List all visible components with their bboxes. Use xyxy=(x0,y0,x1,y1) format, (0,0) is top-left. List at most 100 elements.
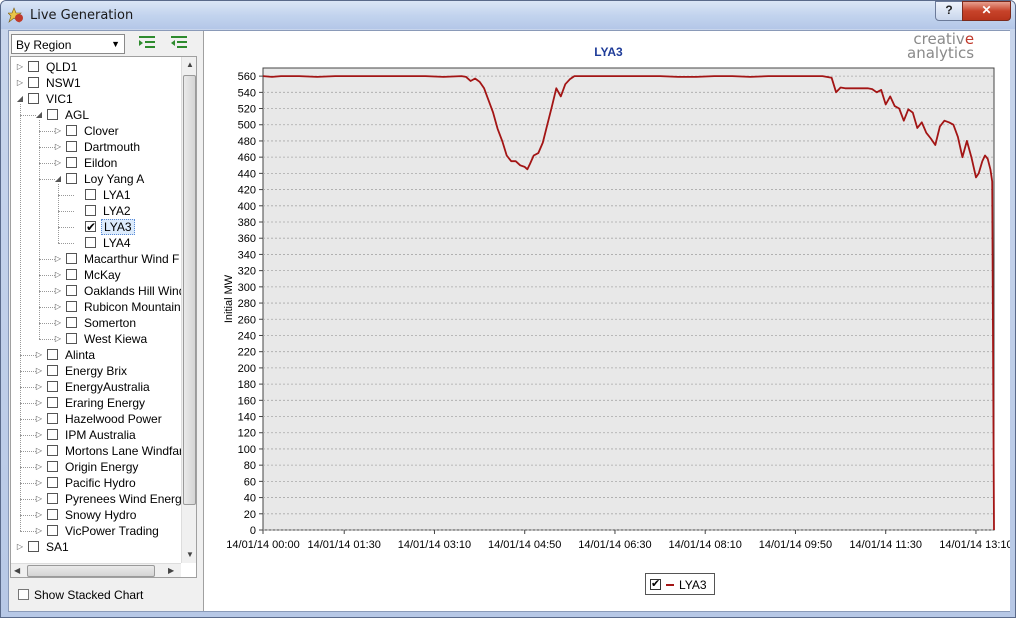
tree-item[interactable]: ▷ Mortons Lane Windfar xyxy=(11,443,183,459)
collapsed-arrow-icon[interactable]: ▷ xyxy=(34,347,44,363)
tree-item[interactable]: ▷ McKay xyxy=(11,267,179,283)
tree-item-checkbox[interactable] xyxy=(66,141,77,152)
collapsed-arrow-icon[interactable]: ▷ xyxy=(34,459,44,475)
collapsed-arrow-icon[interactable]: ▷ xyxy=(34,363,44,379)
tree-item[interactable]: ◢ AGL xyxy=(11,107,179,123)
checkbox-box[interactable] xyxy=(18,589,29,600)
collapsed-arrow-icon[interactable]: ▷ xyxy=(53,139,63,155)
tree-item[interactable]: ▷ VicPower Trading xyxy=(11,523,179,539)
collapsed-arrow-icon[interactable]: ▷ xyxy=(34,395,44,411)
expanded-arrow-icon[interactable]: ◢ xyxy=(15,91,25,107)
tree-item-checkbox[interactable] xyxy=(28,541,39,552)
tree-item[interactable]: ▷ Alinta xyxy=(11,347,179,363)
tree-item-checkbox[interactable] xyxy=(66,317,77,328)
expanded-arrow-icon[interactable]: ◢ xyxy=(34,107,44,123)
help-button[interactable]: ? xyxy=(935,1,963,21)
expand-all-icon[interactable] xyxy=(137,34,157,52)
tree-item-checkbox[interactable] xyxy=(47,525,58,536)
tree-item[interactable]: ▷ Energy Brix xyxy=(11,363,179,379)
tree-item-checkbox[interactable] xyxy=(66,285,77,296)
tree-item[interactable]: ▷ Oaklands Hill Wind xyxy=(11,283,185,299)
collapsed-arrow-icon[interactable]: ▷ xyxy=(53,123,63,139)
region-tree[interactable]: ▷ QLD1 ▷ NSW1 ◢ VIC1 ◢ AGL ▷ Clover ▷ Dartmouth ▷ Eil… xyxy=(10,56,197,578)
tree-horizontal-scrollbar[interactable]: ◀ ▶ xyxy=(11,563,181,577)
tree-item-checkbox[interactable] xyxy=(28,93,39,104)
tree-item[interactable]: ▷ Origin Energy xyxy=(11,459,179,475)
tree-item[interactable]: LYA2 xyxy=(11,203,179,219)
tree-item[interactable]: ▷ SA1 xyxy=(11,539,179,555)
tree-item-checkbox[interactable] xyxy=(85,219,96,235)
tree-item-checkbox[interactable] xyxy=(66,301,77,312)
tree-item-checkbox[interactable] xyxy=(28,61,39,72)
collapsed-arrow-icon[interactable]: ▷ xyxy=(53,331,63,347)
tree-item-checkbox[interactable] xyxy=(47,493,58,504)
tree-item-checkbox[interactable] xyxy=(47,413,58,424)
chart-legend[interactable]: LYA3 xyxy=(645,573,715,595)
tree-item-checkbox[interactable] xyxy=(66,333,77,344)
tree-item[interactable]: ◢ Loy Yang A xyxy=(11,171,179,187)
tree-item[interactable]: ▷ Eraring Energy xyxy=(11,395,179,411)
region-select[interactable]: By Region ▼ xyxy=(11,34,125,54)
tree-item[interactable]: ▷ NSW1 xyxy=(11,75,179,91)
collapsed-arrow-icon[interactable]: ▷ xyxy=(15,539,25,555)
scroll-left-icon[interactable]: ◀ xyxy=(14,566,20,575)
collapsed-arrow-icon[interactable]: ▷ xyxy=(53,315,63,331)
tree-item-checkbox[interactable] xyxy=(47,365,58,376)
tree-item-checkbox[interactable] xyxy=(28,77,39,88)
tree-item[interactable]: ▷ EnergyAustralia xyxy=(11,379,179,395)
tree-item[interactable]: ◢ VIC1 xyxy=(11,91,179,107)
tree-item[interactable]: ▷ Snowy Hydro xyxy=(11,507,179,523)
collapsed-arrow-icon[interactable]: ▷ xyxy=(34,507,44,523)
collapsed-arrow-icon[interactable]: ▷ xyxy=(34,491,44,507)
tree-item-checkbox[interactable] xyxy=(47,477,58,488)
collapsed-arrow-icon[interactable]: ▷ xyxy=(34,379,44,395)
tree-item[interactable]: LYA3 xyxy=(11,219,179,235)
tree-item[interactable]: ▷ QLD1 xyxy=(11,59,179,75)
tree-item-checkbox[interactable] xyxy=(66,269,77,280)
tree-item[interactable]: ▷ Pyrenees Wind Energy xyxy=(11,491,188,507)
collapsed-arrow-icon[interactable]: ▷ xyxy=(15,75,25,91)
collapsed-arrow-icon[interactable]: ▷ xyxy=(34,475,44,491)
tree-item-checkbox[interactable] xyxy=(47,349,58,360)
tree-item-checkbox[interactable] xyxy=(47,445,58,456)
tree-item[interactable]: LYA1 xyxy=(11,187,179,203)
collapsed-arrow-icon[interactable]: ▷ xyxy=(53,267,63,283)
tree-item[interactable]: ▷ IPM Australia xyxy=(11,427,179,443)
collapsed-arrow-icon[interactable]: ▷ xyxy=(34,411,44,427)
tree-item-checkbox[interactable] xyxy=(66,157,77,168)
tree-item-checkbox[interactable] xyxy=(47,509,58,520)
tree-vertical-scrollbar[interactable]: ▲ ▼ xyxy=(181,57,196,563)
tree-item[interactable]: ▷ Clover xyxy=(11,123,179,139)
tree-item[interactable]: ▷ Hazelwood Power xyxy=(11,411,179,427)
collapsed-arrow-icon[interactable]: ▷ xyxy=(53,283,63,299)
tree-item-checkbox[interactable] xyxy=(66,125,77,136)
collapsed-arrow-icon[interactable]: ▷ xyxy=(53,299,63,315)
tree-item[interactable]: ▷ Pacific Hydro xyxy=(11,475,179,491)
collapsed-arrow-icon[interactable]: ▷ xyxy=(34,443,44,459)
expanded-arrow-icon[interactable]: ◢ xyxy=(53,171,63,187)
tree-item[interactable]: ▷ Somerton xyxy=(11,315,179,331)
collapse-all-icon[interactable] xyxy=(169,34,189,52)
collapsed-arrow-icon[interactable]: ▷ xyxy=(34,427,44,443)
tree-item-checkbox[interactable] xyxy=(47,397,58,408)
tree-item[interactable]: ▷ Eildon xyxy=(11,155,179,171)
tree-item-checkbox[interactable] xyxy=(47,429,58,440)
tree-item[interactable]: ▷ Rubicon Mountain xyxy=(11,299,181,315)
tree-item-checkbox[interactable] xyxy=(85,189,96,200)
tree-item-checkbox[interactable] xyxy=(47,109,58,120)
close-button[interactable]: ✕ xyxy=(962,1,1011,21)
tree-item-checkbox[interactable] xyxy=(47,381,58,392)
tree-item-checkbox[interactable] xyxy=(47,461,58,472)
tree-item[interactable]: ▷ West Kiewa xyxy=(11,331,179,347)
tree-vertical-scroll-thumb[interactable] xyxy=(183,75,196,505)
tree-item-checkbox[interactable] xyxy=(85,205,96,216)
tree-horizontal-scroll-thumb[interactable] xyxy=(27,565,155,577)
tree-item[interactable]: LYA4 xyxy=(11,235,179,251)
collapsed-arrow-icon[interactable]: ▷ xyxy=(34,523,44,539)
legend-series-checkbox[interactable] xyxy=(650,577,661,590)
tree-item-checkbox[interactable] xyxy=(66,253,77,264)
tree-item-checkbox[interactable] xyxy=(66,173,77,184)
collapsed-arrow-icon[interactable]: ▷ xyxy=(53,251,63,267)
collapsed-arrow-icon[interactable]: ▷ xyxy=(15,59,25,75)
tree-item[interactable]: ▷ Dartmouth xyxy=(11,139,179,155)
